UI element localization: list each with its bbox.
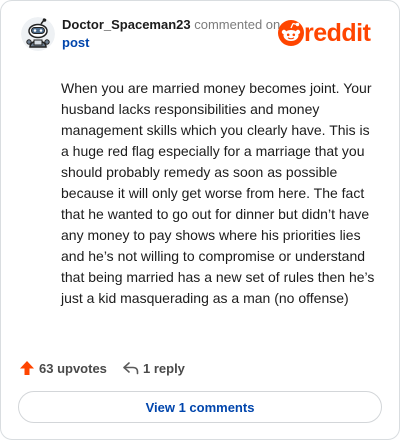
- comment-actions: 63 upvotes 1 reply: [19, 358, 379, 378]
- comment-card: Doctor_Spaceman23 commented on post redd: [0, 0, 400, 440]
- reply-button[interactable]: 1 reply: [122, 358, 185, 378]
- reply-count: 1 reply: [143, 360, 185, 376]
- post-link[interactable]: post: [62, 34, 292, 52]
- view-comments-button[interactable]: View 1 comments: [18, 391, 382, 423]
- reddit-wordmark: reddit: [304, 19, 371, 47]
- username-link[interactable]: Doctor_Spaceman23: [62, 17, 191, 32]
- comment-header: Doctor_Spaceman23 commented on post redd: [19, 15, 389, 55]
- upvote-button[interactable]: 63 upvotes: [19, 358, 107, 378]
- commented-on-text: commented on: [194, 17, 281, 32]
- snoo-avatar-icon: [21, 17, 55, 51]
- reddit-alien-icon: [278, 20, 304, 46]
- user-avatar[interactable]: [21, 17, 55, 51]
- upvote-arrow-icon: [20, 361, 34, 375]
- comment-body: When you are married money becomes joint…: [61, 80, 375, 306]
- comment-meta: Doctor_Spaceman23 commented on post: [62, 16, 292, 52]
- upvote-count: 63 upvotes: [39, 360, 107, 376]
- reddit-logo[interactable]: reddit: [278, 18, 388, 48]
- reply-arrow-icon: [123, 362, 139, 375]
